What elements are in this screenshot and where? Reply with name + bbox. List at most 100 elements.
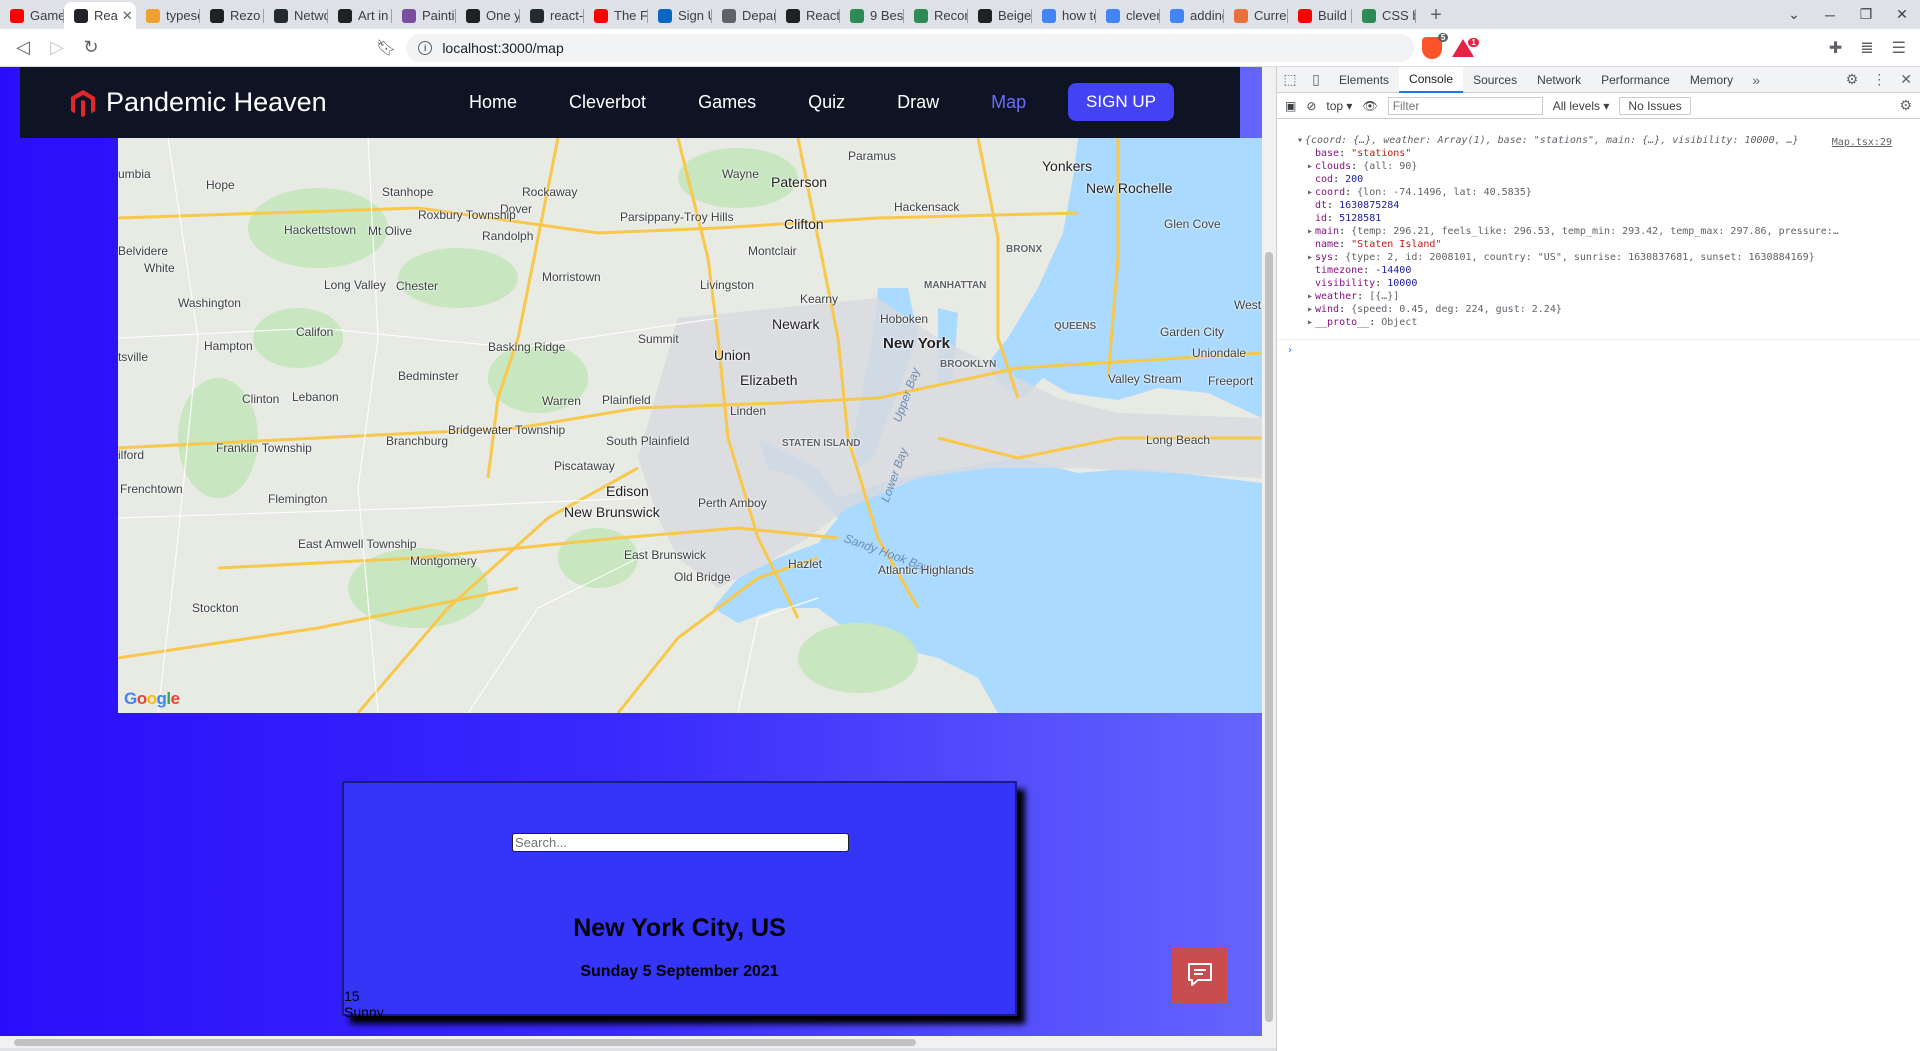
bookmark-icon[interactable]: 🔖︎	[376, 38, 396, 58]
property-separator: :	[1333, 252, 1346, 263]
devtools-tab-network[interactable]: Network	[1527, 67, 1591, 93]
log-levels-dropdown[interactable]: All levels ▾	[1553, 99, 1610, 113]
tab-favicon-icon	[786, 8, 800, 23]
expand-triangle-icon[interactable]: ▸	[1307, 290, 1315, 303]
nav-link-draw[interactable]: Draw	[897, 92, 939, 113]
back-icon[interactable]: ◁	[6, 37, 40, 58]
device-toolbar-icon[interactable]: ▯	[1303, 71, 1329, 88]
settings-icon[interactable]: ⚙	[1846, 71, 1859, 88]
console-property-row[interactable]: ▸ clouds: {all: 90}	[1277, 160, 1917, 173]
map-place-label: New Rochelle	[1086, 180, 1173, 196]
property-key: cod	[1315, 174, 1334, 185]
browser-tab[interactable]: Record	[904, 2, 968, 29]
nav-link-games[interactable]: Games	[698, 92, 756, 113]
browser-tab[interactable]: react-q	[520, 2, 584, 29]
map-place-label: Paterson	[771, 174, 828, 190]
browser-tab[interactable]: Beige	[968, 2, 1032, 29]
browser-tab[interactable]: Build a	[1288, 2, 1352, 29]
browser-tab[interactable]: clevert	[1096, 2, 1160, 29]
browser-tab[interactable]: 9 Best	[840, 2, 904, 29]
browser-tab[interactable]: One ye	[456, 2, 520, 29]
signup-button[interactable]: SIGN UP	[1068, 83, 1174, 121]
expand-triangle-icon[interactable]: ▸	[1307, 186, 1315, 199]
devtools-tab-performance[interactable]: Performance	[1591, 67, 1680, 93]
city-search-input[interactable]	[512, 833, 849, 852]
scroll-thumb[interactable]	[1265, 252, 1273, 1022]
nav-link-cleverbot[interactable]: Cleverbot	[569, 92, 646, 113]
extensions-icon[interactable]: ✚	[1829, 38, 1842, 58]
browser-tab[interactable]: how to	[1032, 2, 1096, 29]
more-tabs-icon[interactable]: »	[1743, 72, 1769, 88]
devtools-tab-sources[interactable]: Sources	[1463, 67, 1527, 93]
expand-triangle-icon[interactable]: ▸	[1307, 160, 1315, 173]
map-place-label: Piscataway	[554, 459, 615, 473]
devtools-tab-elements[interactable]: Elements	[1329, 67, 1399, 93]
browser-tab[interactable]: Rezo Z	[200, 2, 264, 29]
nav-link-map[interactable]: Map	[991, 92, 1026, 113]
browser-tab[interactable]: Networ	[264, 2, 328, 29]
context-selector[interactable]: top ▾	[1326, 99, 1352, 113]
reload-icon[interactable]: ↻	[74, 37, 108, 58]
restore-icon[interactable]: ❐	[1848, 6, 1884, 23]
page-vertical-scrollbar[interactable]	[1262, 67, 1276, 1048]
menu-icon[interactable]: ☰	[1892, 38, 1906, 58]
chat-button[interactable]	[1172, 947, 1228, 1003]
source-link[interactable]: Map.tsx:29	[1832, 136, 1892, 149]
expand-triangle-icon[interactable]: ▸	[1307, 251, 1315, 264]
page-horizontal-scrollbar[interactable]	[0, 1036, 1262, 1048]
close-window-icon[interactable]: ✕	[1884, 6, 1920, 23]
inspect-element-icon[interactable]: ⬚	[1277, 71, 1303, 88]
console-property-row[interactable]: ▸ weather: [{…}]	[1277, 290, 1917, 303]
browser-tab[interactable]: typesc	[136, 2, 200, 29]
browser-tab[interactable]: Paintin	[392, 2, 456, 29]
expand-triangle-icon[interactable]: ▸	[1307, 225, 1315, 238]
devtools-tab-console[interactable]: Console	[1399, 66, 1464, 93]
map-place-label: Hackensack	[894, 200, 960, 214]
scroll-thumb[interactable]	[14, 1039, 916, 1046]
console-filter-input[interactable]	[1387, 96, 1543, 115]
browser-tab[interactable]: Games	[0, 2, 64, 29]
tab-search-icon[interactable]: ⌄	[1776, 6, 1812, 23]
brave-rewards-icon[interactable]: 1	[1452, 36, 1480, 57]
close-tab-icon[interactable]: ✕	[122, 8, 133, 24]
site-info-icon[interactable]: i	[418, 40, 433, 55]
nav-link-home[interactable]: Home	[469, 92, 517, 113]
console-property-row[interactable]: ▸ wind: {speed: 0.45, deg: 224, gust: 2.2…	[1277, 303, 1917, 316]
console-property-row[interactable]: ▸ main: {temp: 296.21, feels_like: 296.53…	[1277, 225, 1917, 238]
new-tab-button[interactable]: +	[1422, 1, 1450, 29]
minimize-icon[interactable]: ─	[1812, 7, 1848, 23]
address-bar[interactable]: i localhost:3000/map	[406, 33, 1415, 62]
browser-tab[interactable]: The Fl	[584, 2, 648, 29]
close-devtools-icon[interactable]: ✕	[1900, 71, 1912, 88]
browser-tab[interactable]: Rea ✕	[64, 2, 136, 29]
nav-link-quiz[interactable]: Quiz	[808, 92, 845, 113]
browser-tab[interactable]: CSS b	[1352, 2, 1416, 29]
brand-name[interactable]: Pandemic Heaven	[106, 87, 327, 118]
browser-tab[interactable]: adding	[1160, 2, 1224, 29]
expand-triangle-icon[interactable]: ▸	[1307, 303, 1315, 316]
sidebar-toggle-icon[interactable]: ▣	[1285, 99, 1296, 113]
browser-tab[interactable]: Sign U	[648, 2, 712, 29]
live-expression-icon[interactable]: 👁︎	[1362, 99, 1377, 113]
map-place-label: BRONX	[1006, 244, 1043, 255]
forward-icon[interactable]: ▷	[40, 37, 74, 58]
brave-shields-icon[interactable]: 5	[1422, 32, 1449, 59]
expand-triangle-icon[interactable]: ▸	[1307, 316, 1315, 329]
clear-console-icon[interactable]: ⊘	[1306, 99, 1316, 113]
browser-tab[interactable]: React	[776, 2, 840, 29]
console-property-row[interactable]: ▸ coord: {lon: -74.1496, lat: 40.5835}	[1277, 186, 1917, 199]
browser-tab[interactable]: Curren	[1224, 2, 1288, 29]
devtools-tab-memory[interactable]: Memory	[1680, 67, 1743, 93]
tab-favicon-icon	[914, 8, 928, 23]
console-prompt[interactable]: ›	[1277, 339, 1920, 357]
reading-list-icon[interactable]: ≣	[1860, 38, 1873, 58]
console-property-row[interactable]: ▸ __proto__: Object	[1277, 316, 1917, 329]
browser-tab[interactable]: Art in a	[328, 2, 392, 29]
console-object-header[interactable]: ▾ {coord: {…}, weather: Array(1), base: "…	[1277, 134, 1917, 147]
console-settings-icon[interactable]: ⚙	[1899, 97, 1920, 114]
browser-tab[interactable]: Depart	[712, 2, 776, 29]
issues-button[interactable]: No Issues	[1619, 96, 1691, 115]
google-map[interactable]: Yonkers New Rochelle Paterson Paramus Wayne H…	[118, 138, 1262, 713]
more-options-icon[interactable]: ⋮	[1872, 71, 1886, 88]
console-property-row[interactable]: ▸ sys: {type: 2, id: 2008101, country: "U…	[1277, 251, 1917, 264]
